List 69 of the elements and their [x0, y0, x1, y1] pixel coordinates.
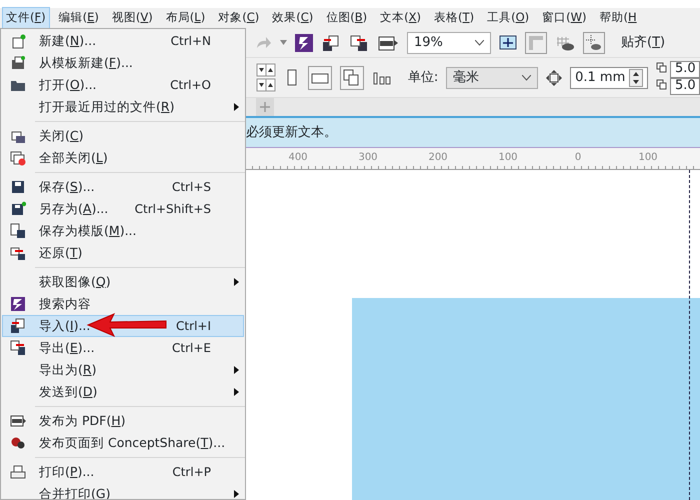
spinner-icon[interactable]	[629, 68, 643, 86]
snap-menu[interactable]: 贴齐(T)	[621, 32, 666, 52]
menu-item[interactable]: 搜索内容	[2, 293, 244, 315]
menu-item[interactable]: 导出为(R)	[2, 359, 244, 381]
menu-item[interactable]: 打开(O)... Ctrl+O	[2, 74, 244, 96]
import-icon	[10, 318, 26, 334]
menu-item[interactable]: 布局(L)	[162, 7, 210, 29]
blot-icon	[10, 435, 26, 451]
menu-item[interactable]: 帮助(H	[596, 7, 641, 29]
spinner-icon[interactable]	[256, 62, 276, 92]
landscape-icon[interactable]	[308, 66, 332, 90]
menu-item[interactable]: 文件(F)	[2, 7, 50, 29]
menu-item[interactable]: 全部关闭(L)	[2, 147, 244, 169]
unit-label: 单位:	[408, 68, 438, 87]
logo-icon	[10, 296, 26, 312]
menu-item[interactable]: 保存为模版(M)...	[2, 220, 244, 242]
menu-item[interactable]: 发布为 PDF(H)	[2, 410, 244, 432]
menu-item[interactable]: 关闭(C)	[2, 125, 244, 147]
chevron-icon	[475, 40, 484, 46]
menu-item[interactable]: 新建(N)... Ctrl+N	[2, 30, 244, 52]
menu-item[interactable]: 视图(V)	[108, 7, 157, 29]
menu-item[interactable]: 发送到(D)	[2, 381, 244, 403]
guidelines-view-icon[interactable]	[583, 32, 605, 54]
nudge-icon	[546, 70, 562, 86]
template-icon	[10, 55, 26, 71]
export-icon	[10, 340, 26, 356]
duplicate-offset-field[interactable]: 5.0	[670, 78, 700, 94]
ruler-label: 100	[637, 151, 659, 165]
ruler-label: 200	[427, 151, 449, 165]
duplicate-offset-field[interactable]: 5.0	[670, 60, 700, 78]
menu-item[interactable]: 导出(E)... Ctrl+E	[2, 337, 244, 359]
all-pages-icon[interactable]	[340, 66, 364, 90]
zoom-dropdown[interactable]: 19%	[407, 32, 491, 54]
revert-icon	[10, 245, 26, 261]
caret-icon[interactable]	[280, 40, 287, 45]
ruler-label: 300	[357, 151, 379, 165]
menu-item[interactable]: 获取图像(Q)	[2, 271, 244, 293]
ruler-label: 100	[497, 151, 519, 165]
ruler-label: 400	[287, 151, 309, 165]
unit-dropdown[interactable]: 毫米	[446, 66, 538, 88]
import-icon[interactable]	[321, 34, 341, 52]
pdf-icon[interactable]	[377, 34, 399, 52]
printer-icon	[10, 464, 26, 480]
nudge-field[interactable]: 0.1 mm	[570, 66, 648, 88]
menu-item[interactable]: 位图(B)	[322, 7, 372, 29]
chevron-icon	[522, 74, 532, 80]
menu-item[interactable]: 表格(T)	[430, 7, 478, 29]
menu-item[interactable]: 发布页面到 ConceptShare(T)...	[2, 432, 244, 454]
menu-item[interactable]: 对象(C)	[214, 7, 264, 29]
menu-item[interactable]: 窗口(W)	[538, 7, 591, 29]
current-page-icon[interactable]	[372, 70, 392, 86]
menu-item[interactable]: 从模板新建(F)...	[2, 52, 244, 74]
menu-item[interactable]: 效果(C)	[268, 7, 318, 29]
new-document-icon	[10, 33, 26, 49]
menu-item[interactable]: 还原(T)	[2, 242, 244, 264]
logo-icon[interactable]	[295, 34, 313, 52]
template-disk-icon	[10, 223, 26, 239]
menu-item[interactable]: 保存(S)... Ctrl+S	[2, 176, 244, 198]
pdf-icon	[10, 413, 26, 429]
menu-item[interactable]: 打印(P)... Ctrl+P	[2, 461, 244, 483]
menu-item[interactable]: 文本(X)	[376, 7, 426, 29]
menu-item[interactable]: 编辑(E)	[54, 7, 103, 29]
ruler-label: 0	[574, 151, 582, 165]
menu-item[interactable]: 另存为(A)... Ctrl+Shift+S	[2, 198, 244, 220]
close-all-icon	[10, 150, 26, 166]
zoom-fit-icon[interactable]	[499, 34, 517, 52]
export-icon[interactable]	[349, 34, 369, 52]
menu-item[interactable]: 工具(O)	[483, 7, 534, 29]
notice-text: 必须更新文本。	[246, 124, 337, 142]
